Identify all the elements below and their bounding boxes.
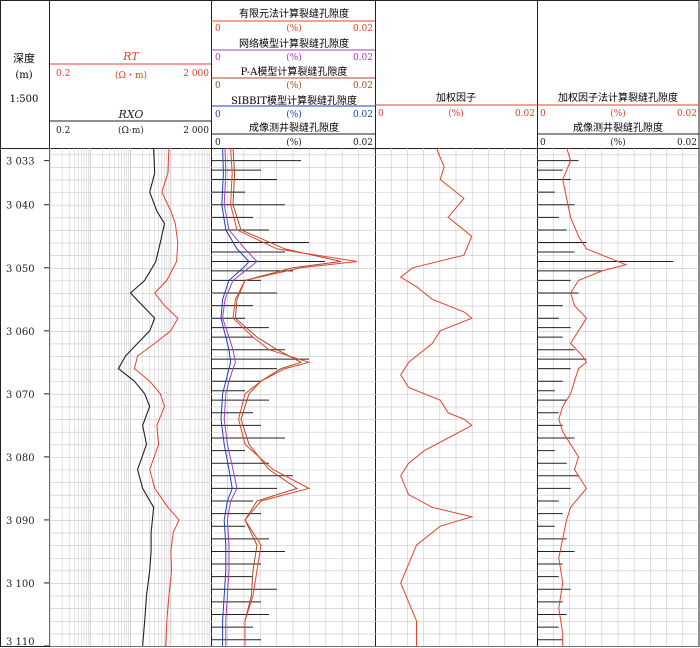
weight-curve <box>399 147 474 646</box>
image-name: 成像测井裂缝孔隙度 <box>249 121 339 134</box>
grid-lines <box>49 148 699 647</box>
depth-label: 深度 <box>13 51 35 65</box>
weight-unit: (%) <box>448 108 464 119</box>
depth-tick-label: 3 060 <box>6 327 35 338</box>
network-name: 网络模型计算裂缝孔隙度 <box>239 37 349 50</box>
weight-name: 加权因子 <box>436 91 476 104</box>
well-log-chart: 深度 (m) 1:500 RT 0.2 (Ω・m) 2 000 RXO 0.2 … <box>0 0 700 648</box>
weighted-image-unit: (%) <box>610 137 626 148</box>
weighted-image-name: 成像测井裂缝孔隙度 <box>573 121 663 134</box>
weight-min: 0 <box>378 109 384 119</box>
weight-max: 0.02 <box>515 109 535 119</box>
weighted-min: 0 <box>540 109 546 119</box>
pa-name: P-A模型计算裂缝孔隙度 <box>241 65 348 78</box>
rxo-min: 0.2 <box>56 126 70 136</box>
depth-ticks: 3 033 3 040 3 050 3 060 3 070 3 080 3 090 3 100… <box>6 157 49 648</box>
fem-min: 0 <box>215 24 221 34</box>
depth-tick-label: 3 100 <box>6 579 35 590</box>
weighted-curve <box>558 147 628 646</box>
image-min: 0 <box>215 138 221 148</box>
depth-tick-label: 3 070 <box>6 390 35 401</box>
depth-tick-label: 3 040 <box>6 201 35 212</box>
fem-max: 0.02 <box>353 24 373 34</box>
sibbit-unit: (%) <box>286 109 302 120</box>
pa-unit: (%) <box>286 80 302 91</box>
network-max: 0.02 <box>353 53 373 63</box>
sibbit-name: SIBBIT模型计算裂缝孔隙度 <box>231 94 357 107</box>
weighted-image-min: 0 <box>540 138 546 148</box>
sibbit-max: 0.02 <box>353 110 373 120</box>
weighted-name: 加权因子法计算裂缝孔隙度 <box>558 91 678 104</box>
sibbit-min: 0 <box>215 110 221 120</box>
depth-tick-label: 3 050 <box>6 264 35 275</box>
depth-tick-label: 3 080 <box>6 453 35 464</box>
rt-name: RT <box>122 50 140 63</box>
weighted-max: 0.02 <box>677 109 697 119</box>
network-unit: (%) <box>286 52 302 63</box>
image-unit: (%) <box>286 137 302 148</box>
pa-curve <box>232 147 342 646</box>
pa-min: 0 <box>215 81 221 91</box>
rt-curve <box>133 147 180 647</box>
fem-curve <box>230 147 358 646</box>
rxo-unit: (Ω·m) <box>118 125 144 136</box>
pa-max: 0.02 <box>353 81 373 91</box>
network-curve <box>222 147 258 646</box>
weighted-unit: (%) <box>610 108 626 119</box>
rt-min: 0.2 <box>56 69 70 79</box>
rxo-curve <box>117 147 166 647</box>
depth-tick-label: 3 090 <box>6 516 35 527</box>
rxo-max: 2 000 <box>183 126 209 136</box>
image-max: 0.02 <box>353 138 373 148</box>
rxo-name: RXO <box>118 108 144 121</box>
rt-unit: (Ω・m) <box>115 70 147 81</box>
fem-name: 有限元法计算裂缝孔隙度 <box>239 7 349 20</box>
depth-scale: 1:500 <box>10 94 39 105</box>
rt-max: 2 000 <box>183 69 209 79</box>
network-min: 0 <box>215 53 221 63</box>
depth-tick-label: 3 110 <box>6 637 35 648</box>
weighted-image-max: 0.02 <box>677 138 697 148</box>
depth-unit: (m) <box>15 70 32 81</box>
fem-unit: (%) <box>286 23 302 34</box>
log-curves <box>117 147 674 647</box>
depth-tick-label: 3 033 <box>6 157 35 168</box>
